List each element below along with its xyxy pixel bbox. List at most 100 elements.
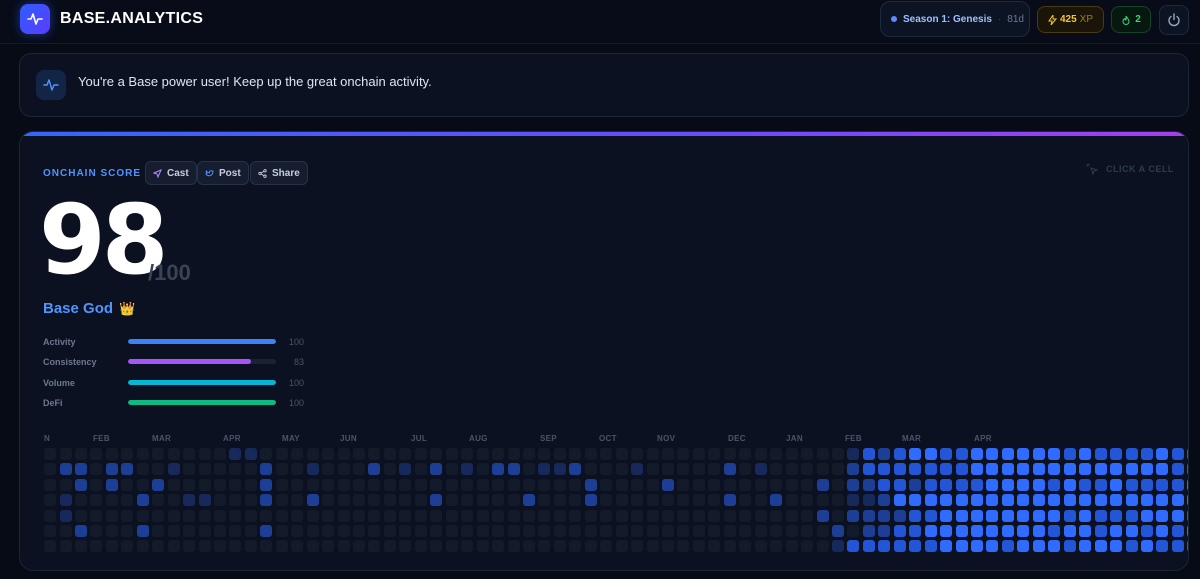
heatmap-cell[interactable]: [105, 509, 118, 522]
heatmap-cell[interactable]: [708, 478, 721, 491]
heatmap-cell[interactable]: [986, 525, 999, 537]
heatmap-cell[interactable]: [1125, 525, 1138, 537]
heatmap-cell[interactable]: [353, 494, 365, 507]
heatmap-cell[interactable]: [847, 494, 860, 507]
heatmap-cell[interactable]: [770, 448, 783, 460]
heatmap-cell[interactable]: [538, 494, 551, 507]
heatmap-cell[interactable]: [986, 463, 999, 476]
heatmap-cell[interactable]: [924, 509, 937, 522]
heatmap-cell[interactable]: [677, 525, 690, 537]
heatmap-cell[interactable]: [631, 509, 644, 522]
heatmap-cell[interactable]: [198, 509, 211, 522]
heatmap-cell[interactable]: [198, 448, 211, 460]
heatmap-cell[interactable]: [1125, 448, 1138, 460]
heatmap-cell[interactable]: [615, 478, 628, 491]
heatmap-cell[interactable]: [445, 509, 458, 522]
heatmap-cell[interactable]: [553, 463, 566, 476]
heatmap-cell[interactable]: [893, 463, 906, 476]
heatmap-cell[interactable]: [847, 525, 860, 537]
heatmap-cell[interactable]: [600, 463, 613, 476]
heatmap-cell[interactable]: [275, 478, 288, 491]
heatmap-cell[interactable]: [847, 463, 860, 476]
heatmap-cell[interactable]: [399, 525, 412, 537]
heatmap-cell[interactable]: [1063, 525, 1076, 537]
heatmap-cell[interactable]: [213, 448, 226, 460]
heatmap-cell[interactable]: [353, 525, 365, 537]
heatmap-cell[interactable]: [291, 525, 304, 537]
heatmap-cell[interactable]: [337, 525, 350, 537]
heatmap-cell[interactable]: [909, 494, 922, 507]
heatmap-cell[interactable]: [229, 494, 242, 507]
heatmap-cell[interactable]: [1094, 540, 1107, 553]
heatmap-cell[interactable]: [1171, 494, 1184, 507]
heatmap-cell[interactable]: [770, 463, 783, 476]
heatmap-cell[interactable]: [476, 478, 489, 491]
heatmap-cell[interactable]: [1187, 463, 1188, 476]
heatmap-cell[interactable]: [105, 478, 118, 491]
heatmap-cell[interactable]: [167, 478, 180, 491]
heatmap-cell[interactable]: [1187, 494, 1188, 507]
heatmap-cell[interactable]: [1032, 463, 1045, 476]
heatmap-cell[interactable]: [1125, 540, 1138, 553]
heatmap-cell[interactable]: [708, 463, 721, 476]
heatmap-cell[interactable]: [662, 463, 674, 476]
heatmap-cell[interactable]: [862, 478, 875, 491]
heatmap-cell[interactable]: [492, 540, 504, 553]
heatmap-cell[interactable]: [1017, 448, 1030, 460]
heatmap-cell[interactable]: [553, 448, 566, 460]
heatmap-cell[interactable]: [862, 540, 875, 553]
heatmap-cell[interactable]: [59, 463, 72, 476]
heatmap-cell[interactable]: [152, 463, 165, 476]
heatmap-cell[interactable]: [1125, 494, 1138, 507]
heatmap-cell[interactable]: [801, 540, 813, 553]
heatmap-cell[interactable]: [1141, 540, 1153, 553]
heatmap-cell[interactable]: [59, 540, 72, 553]
heatmap-cell[interactable]: [121, 478, 134, 491]
heatmap-cell[interactable]: [383, 463, 396, 476]
heatmap-cell[interactable]: [924, 540, 937, 553]
heatmap-cell[interactable]: [244, 494, 257, 507]
heatmap-cell[interactable]: [353, 540, 365, 553]
heatmap-cell[interactable]: [152, 509, 165, 522]
xp-badge[interactable]: 425 XP: [1037, 6, 1104, 33]
heatmap-cell[interactable]: [522, 448, 535, 460]
heatmap-cell[interactable]: [260, 525, 273, 537]
heatmap-cell[interactable]: [816, 525, 829, 537]
heatmap-cell[interactable]: [1141, 494, 1153, 507]
heatmap-cell[interactable]: [291, 509, 304, 522]
heatmap-cell[interactable]: [986, 478, 999, 491]
heatmap-cell[interactable]: [878, 525, 891, 537]
heatmap-cell[interactable]: [785, 494, 798, 507]
heatmap-cell[interactable]: [275, 540, 288, 553]
heatmap-cell[interactable]: [1141, 478, 1153, 491]
heatmap-cell[interactable]: [971, 478, 983, 491]
heatmap-cell[interactable]: [105, 525, 118, 537]
heatmap-cell[interactable]: [940, 509, 953, 522]
heatmap-cell[interactable]: [1032, 509, 1045, 522]
heatmap-cell[interactable]: [59, 525, 72, 537]
heatmap-cell[interactable]: [631, 494, 644, 507]
heatmap-cell[interactable]: [59, 509, 72, 522]
heatmap-cell[interactable]: [878, 478, 891, 491]
heatmap-cell[interactable]: [862, 463, 875, 476]
heatmap-cell[interactable]: [492, 509, 504, 522]
heatmap-cell[interactable]: [1187, 540, 1188, 553]
heatmap-cell[interactable]: [955, 525, 968, 537]
heatmap-cell[interactable]: [1110, 540, 1122, 553]
heatmap-cell[interactable]: [121, 463, 134, 476]
heatmap-cell[interactable]: [306, 463, 319, 476]
heatmap-cell[interactable]: [1079, 509, 1092, 522]
heatmap-cell[interactable]: [399, 448, 412, 460]
heatmap-cell[interactable]: [955, 463, 968, 476]
heatmap-cell[interactable]: [816, 509, 829, 522]
heatmap-cell[interactable]: [445, 540, 458, 553]
heatmap-cell[interactable]: [414, 540, 427, 553]
heatmap-cell[interactable]: [136, 478, 149, 491]
season-badge[interactable]: Season 1: Genesis · 81d: [880, 1, 1030, 37]
heatmap-cell[interactable]: [476, 540, 489, 553]
heatmap-cell[interactable]: [476, 509, 489, 522]
heatmap-cell[interactable]: [847, 509, 860, 522]
heatmap-cell[interactable]: [291, 540, 304, 553]
heatmap-cell[interactable]: [1094, 525, 1107, 537]
heatmap-cell[interactable]: [1048, 494, 1061, 507]
